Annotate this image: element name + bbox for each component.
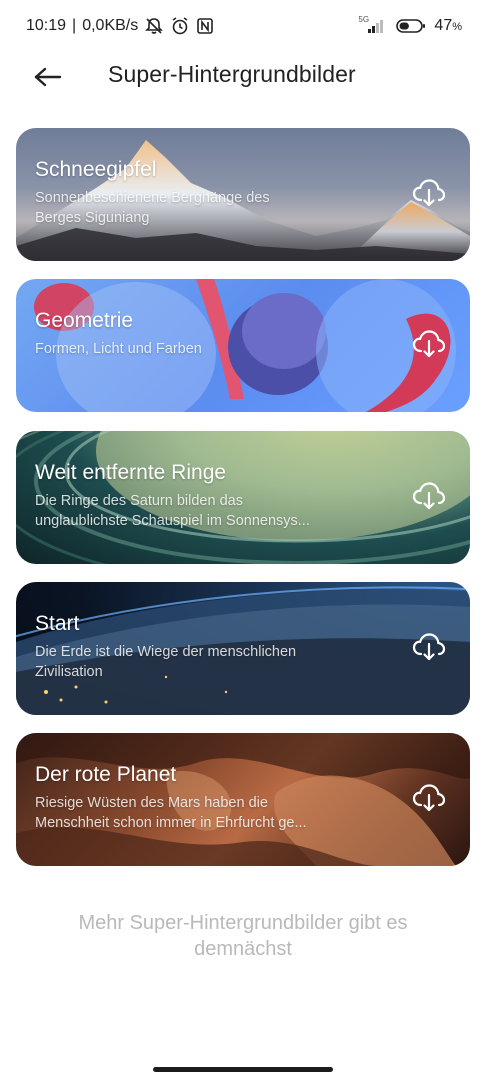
cloud-download-icon[interactable] — [412, 329, 446, 359]
card-description: Sonnenbeschienene Berghänge des Berges S… — [35, 188, 385, 228]
app-header: Super-Hintergrundbilder — [0, 52, 486, 102]
card-text: Der rote Planet Riesige Wüsten des Mars … — [35, 763, 385, 833]
alarm-icon — [170, 16, 190, 36]
card-text: Weit entfernte Ringe Die Ringe des Satur… — [35, 461, 385, 531]
battery-percent: 47% — [434, 17, 462, 35]
wallpaper-card-weit-entfernte-ringe[interactable]: Weit entfernte Ringe Die Ringe des Satur… — [16, 431, 470, 564]
home-indicator[interactable] — [153, 1067, 333, 1072]
card-description-line: Die Erde ist die Wiege der menschlichen — [35, 644, 297, 660]
card-description: Formen, Licht und Farben — [35, 339, 385, 359]
wallpaper-card-schneegipfel[interactable]: Schneegipfel Sonnenbeschienene Berghänge… — [16, 128, 470, 261]
card-title: Start — [35, 612, 80, 635]
card-description-line: Riesige Wüsten des Mars haben die — [35, 795, 268, 811]
card-text: Schneegipfel Sonnenbeschienene Berghänge… — [35, 158, 385, 228]
card-description-line: Zivilisation — [35, 664, 103, 680]
card-description-line: Menschheit schon immer in Ehrfurcht ge..… — [35, 815, 307, 831]
status-network-speed: 0,0KB/s — [82, 17, 139, 34]
status-separator: | — [72, 17, 77, 34]
card-text: Geometrie Formen, Licht und Farben — [35, 309, 385, 359]
card-title: Schneegipfel — [35, 158, 157, 181]
card-title: Geometrie — [35, 309, 134, 332]
wallpaper-card-geometrie[interactable]: Geometrie Formen, Licht und Farben — [16, 279, 470, 412]
battery-icon — [396, 18, 426, 34]
card-description-line: unglaublichste Schauspiel im Sonnensys..… — [35, 513, 310, 529]
cloud-download-icon[interactable] — [412, 481, 446, 511]
battery-percent-unit: % — [452, 21, 462, 33]
back-button[interactable] — [30, 62, 66, 92]
status-bar: 10:19 | 0,0KB/s 5G 47% — [0, 0, 486, 52]
card-description: Riesige Wüsten des Mars haben die Mensch… — [35, 793, 385, 833]
wallpaper-card-start[interactable]: Start Die Erde ist die Wiege der menschl… — [16, 582, 470, 715]
battery-percent-value: 47 — [434, 17, 453, 34]
card-text: Start Die Erde ist die Wiege der menschl… — [35, 612, 385, 682]
card-description-line: Formen, Licht und Farben — [35, 341, 202, 357]
card-description: Die Erde ist die Wiege der menschlichen … — [35, 642, 385, 682]
card-description-line: Sonnenbeschienene Berghänge des — [35, 190, 270, 206]
mute-icon — [144, 17, 164, 35]
card-title: Weit entfernte Ringe — [35, 461, 227, 484]
signal-icon: 5G — [358, 15, 388, 35]
card-title: Der rote Planet — [35, 763, 177, 786]
card-description: Die Ringe des Saturn bilden das unglaubl… — [35, 491, 385, 531]
status-right: 5G 47% — [358, 15, 462, 35]
coming-soon-note: Mehr Super-Hintergrundbilder gibt es dem… — [78, 912, 408, 960]
status-left: 10:19 | 0,0KB/s — [26, 16, 214, 36]
arrow-left-icon — [34, 67, 62, 87]
wallpaper-card-der-rote-planet[interactable]: Der rote Planet Riesige Wüsten des Mars … — [16, 733, 470, 866]
status-time: 10:19 — [26, 17, 67, 34]
cloud-download-icon[interactable] — [412, 632, 446, 662]
page-title: Super-Hintergrundbilder — [108, 61, 356, 87]
cloud-download-icon[interactable] — [412, 178, 446, 208]
card-description-line: Die Ringe des Saturn bilden das — [35, 493, 243, 509]
nfc-icon — [196, 17, 214, 35]
card-description-line: Berges Siguniang — [35, 210, 150, 226]
cloud-download-icon[interactable] — [412, 783, 446, 813]
